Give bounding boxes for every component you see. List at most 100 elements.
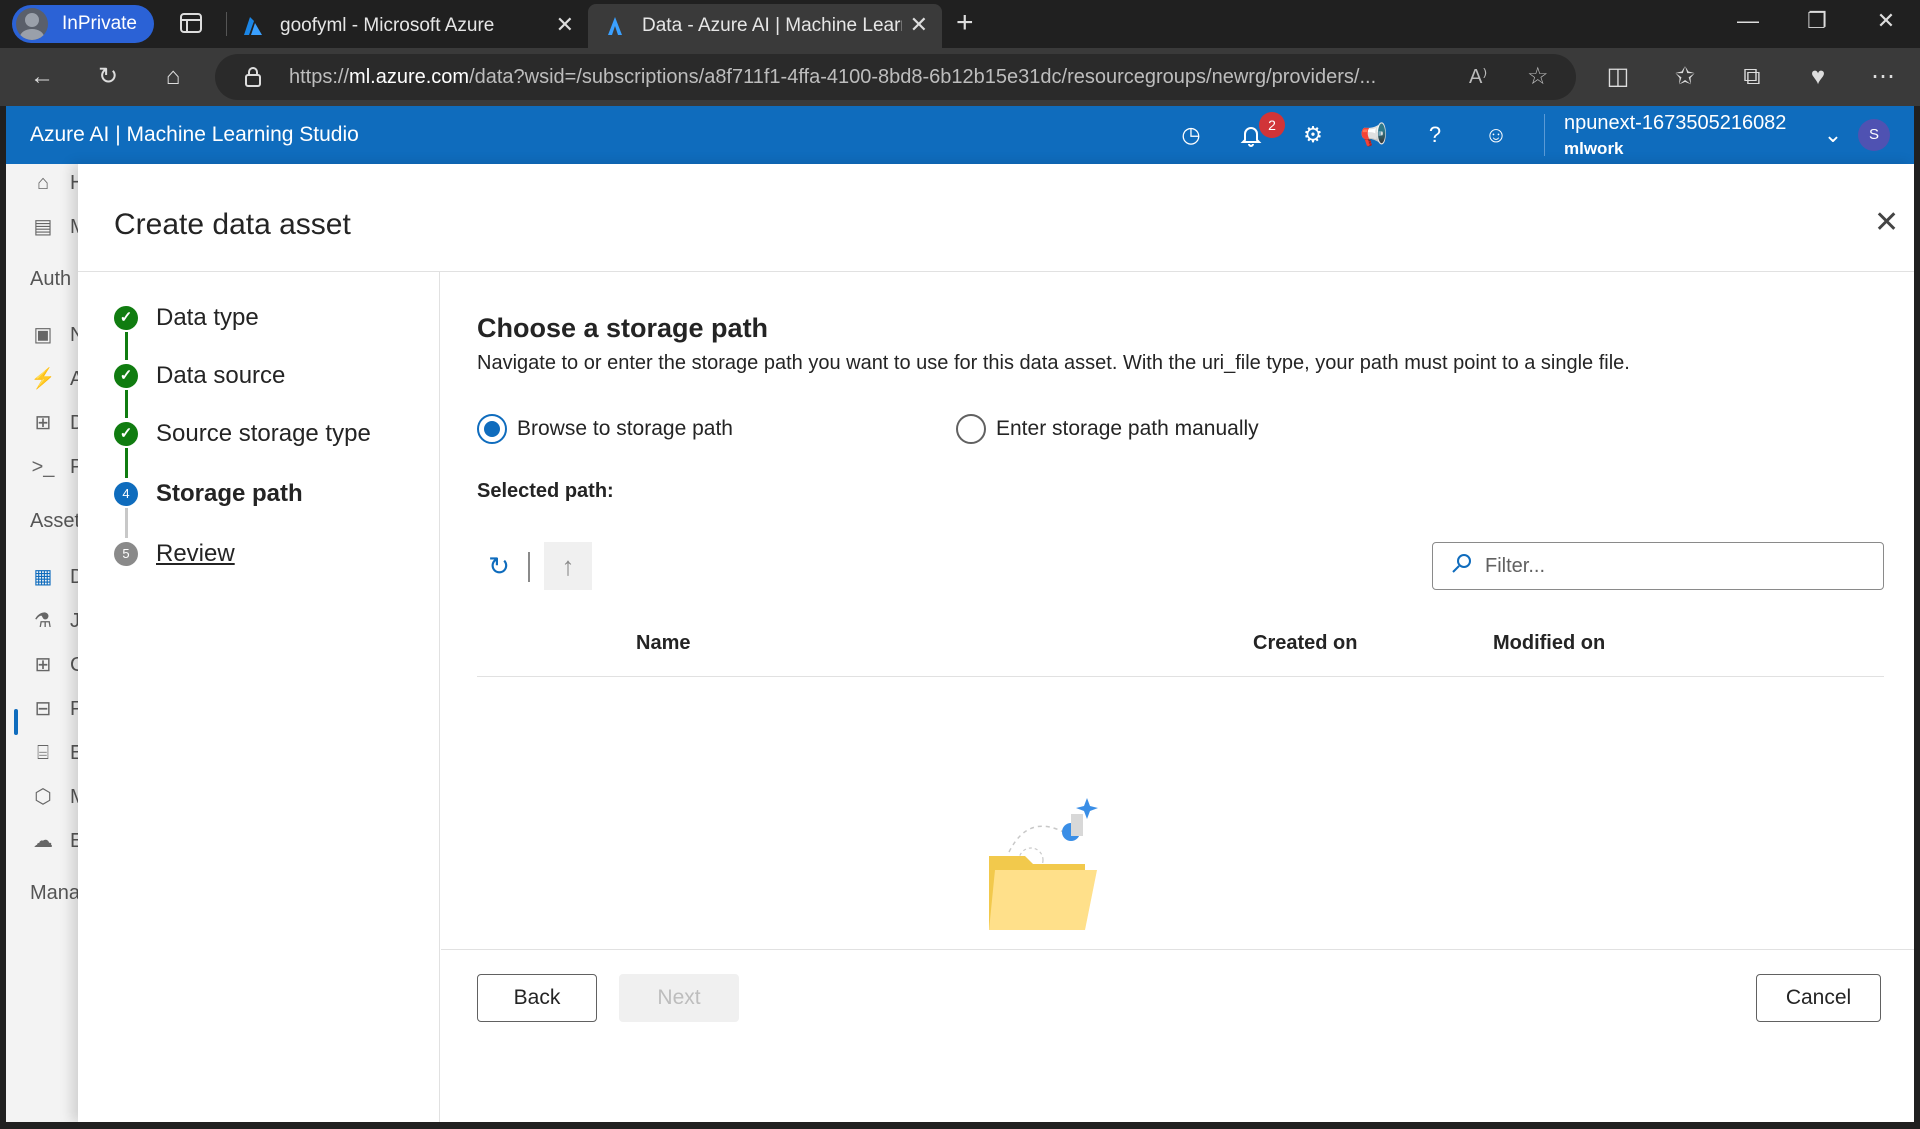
components-icon[interactable]: ⊞ — [30, 652, 56, 678]
checkmark-icon: ✓ — [114, 364, 138, 388]
checkmark-icon: ✓ — [114, 422, 138, 446]
close-tab-icon[interactable]: ✕ — [910, 14, 928, 36]
avatar[interactable]: S — [1858, 119, 1890, 151]
refresh-icon[interactable]: ↻ — [93, 62, 123, 92]
refresh-icon[interactable]: ↻ — [475, 542, 523, 590]
step-connector — [125, 448, 128, 478]
tab-data-azure-ml[interactable]: Data - Azure AI | Machine Learni ✕ — [588, 4, 942, 48]
history-icon[interactable]: ◷ — [1176, 120, 1206, 150]
radio-label: Enter storage path manually — [996, 417, 1259, 440]
notebooks-icon[interactable]: ▣ — [30, 322, 56, 348]
radio-label: Browse to storage path — [517, 417, 733, 440]
step-number-badge: 4 — [114, 482, 138, 506]
endpoints-icon[interactable]: ☁ — [30, 828, 56, 854]
models-cube-icon[interactable]: ⬡ — [30, 784, 56, 810]
close-tab-icon[interactable]: ✕ — [556, 14, 574, 36]
address-row: ← ↻ ⌂ https://ml.azure.com/data?wsid=/su… — [0, 48, 1920, 106]
more-menu-icon[interactable]: ⋯ — [1868, 62, 1898, 92]
left-nav-rail: ⌂ H ▤ M Auth ▣ N ⚡ A ⊞ D >_ P Asset ▦ D … — [6, 164, 87, 1122]
restore-icon[interactable]: ❐ — [1802, 8, 1832, 34]
filter-placeholder: Filter... — [1485, 554, 1546, 577]
close-window-icon[interactable]: ✕ — [1871, 8, 1901, 34]
favorites-icon[interactable]: ✩ — [1670, 62, 1700, 92]
prompt-flow-icon[interactable]: >_ — [30, 454, 56, 480]
step-review[interactable]: Review — [156, 540, 235, 568]
table-header-divider — [477, 676, 1884, 677]
pipelines-icon[interactable]: ⊟ — [30, 696, 56, 722]
url-prefix: https:// — [289, 65, 350, 88]
help-icon[interactable]: ? — [1420, 120, 1450, 150]
step-data-type[interactable]: Data type — [156, 304, 259, 332]
step-data-source[interactable]: Data source — [156, 362, 285, 390]
wizard-steps: ✓ Data type ✓ Data source ✓ Source stora… — [78, 272, 440, 1122]
column-header-name[interactable]: Name — [636, 632, 690, 655]
environments-icon[interactable]: ⌸ — [30, 740, 56, 766]
url-path: /data?wsid=/subscriptions/a8f711f1-4ffa-… — [469, 65, 1377, 88]
back-button[interactable]: Back — [477, 974, 597, 1022]
section-heading: Choose a storage path — [477, 313, 769, 343]
model-catalog-icon[interactable]: ▤ — [30, 214, 56, 240]
rail-section-assets: Asset — [30, 510, 81, 532]
step-source-storage-type[interactable]: Source storage type — [156, 420, 371, 448]
browser-essentials-icon[interactable]: ♥ — [1803, 62, 1833, 92]
up-arrow-icon[interactable]: ↑ — [544, 542, 592, 590]
panel-footer: Back Next Cancel — [441, 949, 1914, 1122]
collections-icon[interactable]: ⧉ — [1737, 62, 1767, 92]
home-icon[interactable]: ⌂ — [30, 170, 56, 196]
profile-icon — [16, 8, 48, 40]
announcements-icon[interactable]: 📢 — [1359, 120, 1389, 150]
read-aloud-icon[interactable]: A⁾ — [1469, 64, 1487, 89]
tab-title: Data - Azure AI | Machine Learni — [642, 15, 902, 36]
cancel-button[interactable]: Cancel — [1756, 974, 1881, 1022]
radio-enter-path-manually[interactable]: Enter storage path manually — [956, 414, 1259, 444]
rail-selected-indicator — [14, 709, 18, 735]
app-header: Azure AI | Machine Learning Studio ◷ 2 ⚙… — [6, 106, 1914, 164]
create-data-asset-panel: Create data asset ✕ ✓ Data type ✓ Data s… — [78, 164, 1914, 1122]
radio-selected-icon — [477, 414, 507, 444]
address-bar[interactable]: https://ml.azure.com/data?wsid=/subscrip… — [215, 54, 1576, 100]
rail-section-manage: Mana — [30, 882, 81, 904]
workspace-selector[interactable]: npunext-1673505216082 mlwork — [1564, 112, 1786, 159]
back-icon[interactable]: ← — [27, 62, 57, 92]
designer-icon[interactable]: ⊞ — [30, 410, 56, 436]
lock-icon — [243, 66, 263, 88]
notification-count-badge: 2 — [1259, 112, 1285, 138]
browser-titlebar: InPrivate goofyml - Microsoft Azure ✕ Da… — [0, 0, 1920, 48]
search-icon — [1451, 552, 1473, 580]
home-icon[interactable]: ⌂ — [158, 62, 188, 92]
new-tab-icon[interactable]: + — [956, 6, 974, 40]
jobs-flask-icon[interactable]: ⚗ — [30, 608, 56, 634]
selected-path-label: Selected path: — [477, 480, 614, 502]
azure-ml-logo-icon — [604, 15, 626, 37]
feedback-smiley-icon[interactable]: ☺ — [1481, 120, 1511, 150]
settings-gear-icon[interactable]: ⚙ — [1298, 120, 1328, 150]
url-host: ml.azure.com — [349, 65, 470, 88]
section-description: Navigate to or enter the storage path yo… — [477, 352, 1630, 374]
inprivate-label: InPrivate — [62, 13, 137, 34]
header-divider — [1544, 114, 1545, 156]
favorite-star-icon[interactable]: ☆ — [1527, 62, 1549, 91]
column-header-modified-on[interactable]: Modified on — [1493, 632, 1605, 655]
panel-header: Create data asset ✕ — [78, 164, 1914, 272]
azure-logo-icon — [242, 15, 264, 37]
automl-icon[interactable]: ⚡ — [30, 366, 56, 392]
app-window: Azure AI | Machine Learning Studio ◷ 2 ⚙… — [6, 106, 1914, 1122]
empty-folder-illustration-icon — [981, 794, 1131, 934]
minimize-icon[interactable]: — — [1733, 8, 1763, 34]
close-icon[interactable]: ✕ — [1874, 208, 1899, 238]
workspace-sub: mlwork — [1564, 139, 1624, 158]
next-button[interactable]: Next — [619, 974, 739, 1022]
app-brand[interactable]: Azure AI | Machine Learning Studio — [30, 123, 359, 147]
tab-actions-icon[interactable] — [178, 10, 204, 36]
data-icon[interactable]: ▦ — [30, 564, 56, 590]
radio-browse-storage-path[interactable]: Browse to storage path — [477, 414, 733, 444]
tab-divider — [226, 12, 227, 36]
panel-title: Create data asset — [114, 208, 351, 241]
filter-input[interactable]: Filter... — [1432, 542, 1884, 590]
chevron-down-icon[interactable]: ⌄ — [1818, 120, 1848, 150]
column-header-created-on[interactable]: Created on — [1253, 632, 1357, 655]
tab-azure-portal[interactable]: goofyml - Microsoft Azure ✕ — [238, 4, 588, 48]
toolbar-divider — [528, 552, 530, 582]
split-screen-icon[interactable]: ◫ — [1603, 62, 1633, 92]
inprivate-badge[interactable]: InPrivate — [12, 5, 154, 43]
